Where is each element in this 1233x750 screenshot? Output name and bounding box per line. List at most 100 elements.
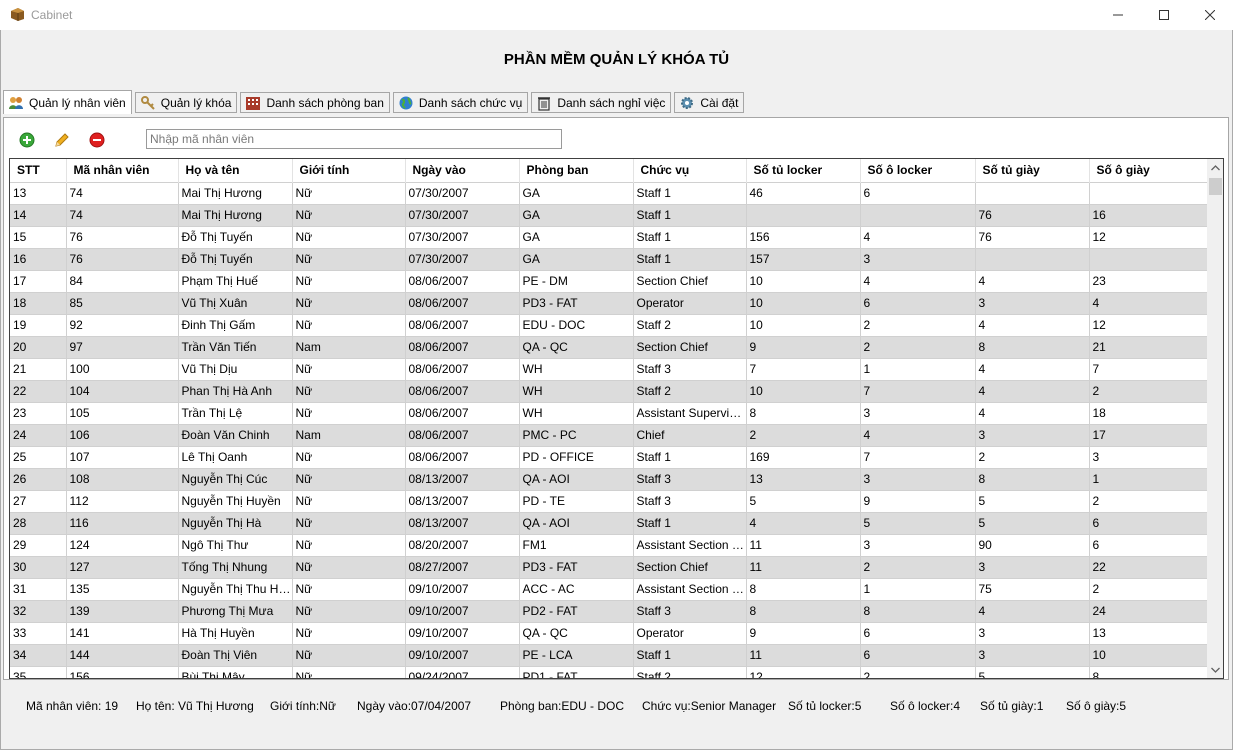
table-cell[interactable]: 108 xyxy=(66,467,179,490)
table-cell[interactable]: 34 xyxy=(10,643,67,666)
table-cell[interactable]: GA xyxy=(519,181,634,204)
delete-button[interactable] xyxy=(88,131,106,149)
table-cell[interactable]: 4 xyxy=(860,225,976,248)
table-cell[interactable]: 4 xyxy=(975,599,1090,622)
table-cell[interactable] xyxy=(746,203,861,226)
table-cell[interactable]: Nữ xyxy=(292,511,406,534)
table-cell[interactable]: ACC - AC xyxy=(519,577,634,600)
table-cell[interactable]: 4 xyxy=(975,269,1090,292)
table-cell[interactable]: 112 xyxy=(66,489,179,512)
table-row[interactable]: 15 76 Đỗ Thị Tuyến Nữ 07/30/2007 GA Staff 1 156… xyxy=(10,225,1208,248)
table-cell[interactable]: 6 xyxy=(1089,511,1208,534)
table-cell[interactable]: 4 xyxy=(975,401,1090,424)
close-button[interactable] xyxy=(1187,0,1233,30)
table-cell[interactable] xyxy=(860,203,976,226)
table-cell[interactable]: 74 xyxy=(66,181,179,204)
table-cell[interactable]: 23 xyxy=(10,401,67,424)
table-cell[interactable]: 76 xyxy=(975,225,1090,248)
table-cell[interactable]: 18 xyxy=(10,291,67,314)
column-header[interactable]: Mã nhân viên xyxy=(66,159,179,182)
table-cell[interactable]: 2 xyxy=(860,555,976,578)
table-cell[interactable]: 139 xyxy=(66,599,179,622)
table-cell[interactable]: 11 xyxy=(746,643,861,666)
table-cell[interactable]: 24 xyxy=(10,423,67,446)
table-cell[interactable]: 21 xyxy=(1089,335,1208,358)
table-cell[interactable]: 3 xyxy=(860,247,976,270)
table-cell[interactable]: Nữ xyxy=(292,313,406,336)
table-cell[interactable]: Tống Thị Nhung xyxy=(178,555,293,578)
table-cell[interactable]: Nữ xyxy=(292,665,406,678)
table-cell[interactable]: Đỗ Thị Tuyến xyxy=(178,225,293,248)
table-cell[interactable]: 8 xyxy=(975,467,1090,490)
table-cell[interactable]: 07/30/2007 xyxy=(405,181,520,204)
table-cell[interactable]: 08/13/2007 xyxy=(405,467,520,490)
table-cell[interactable]: 17 xyxy=(10,269,67,292)
table-cell[interactable]: 13 xyxy=(746,467,861,490)
scroll-thumb[interactable] xyxy=(1209,178,1222,195)
table-cell[interactable]: 92 xyxy=(66,313,179,336)
table-cell[interactable]: 16 xyxy=(1089,203,1208,226)
tab-locks[interactable]: Quản lý khóa xyxy=(134,92,238,113)
table-cell[interactable]: 8 xyxy=(746,599,861,622)
table-cell[interactable]: 5 xyxy=(975,489,1090,512)
table-cell[interactable]: 08/06/2007 xyxy=(405,269,520,292)
table-cell[interactable]: 7 xyxy=(860,379,976,402)
table-cell[interactable]: WH xyxy=(519,357,634,380)
table-cell[interactable]: Nữ xyxy=(292,269,406,292)
table-cell[interactable]: 7 xyxy=(860,445,976,468)
table-cell[interactable]: Nữ xyxy=(292,533,406,556)
column-header[interactable]: STT xyxy=(10,159,67,182)
table-cell[interactable]: 08/06/2007 xyxy=(405,423,520,446)
table-cell[interactable]: Staff 1 xyxy=(633,445,747,468)
table-cell[interactable]: 8 xyxy=(975,335,1090,358)
table-cell[interactable]: 7 xyxy=(746,357,861,380)
table-cell[interactable]: Staff 3 xyxy=(633,467,747,490)
table-cell[interactable]: 33 xyxy=(10,621,67,644)
table-cell[interactable]: Ngô Thị Thư xyxy=(178,533,293,556)
table-row[interactable]: 23 105 Trần Thị Lệ Nữ 08/06/2007 WH Assistant … xyxy=(10,401,1208,424)
table-row[interactable]: 20 97 Trần Văn Tiến Nam 08/06/2007 QA - QC Sec… xyxy=(10,335,1208,358)
table-cell[interactable]: 4 xyxy=(975,313,1090,336)
table-cell[interactable]: 4 xyxy=(975,379,1090,402)
table-cell[interactable]: 25 xyxy=(10,445,67,468)
table-cell[interactable]: 08/06/2007 xyxy=(405,313,520,336)
table-cell[interactable]: 4 xyxy=(860,423,976,446)
table-cell[interactable]: 08/06/2007 xyxy=(405,335,520,358)
table-cell[interactable]: Nữ xyxy=(292,379,406,402)
table-cell[interactable]: Bùi Thị Mây xyxy=(178,665,293,678)
tab-settings[interactable]: Cài đặt xyxy=(674,92,745,113)
table-cell[interactable]: 3 xyxy=(860,467,976,490)
table-cell[interactable] xyxy=(975,181,1090,204)
table-cell[interactable]: 5 xyxy=(860,511,976,534)
table-cell[interactable]: 31 xyxy=(10,577,67,600)
table-cell[interactable]: 3 xyxy=(975,555,1090,578)
table-cell[interactable]: 90 xyxy=(975,533,1090,556)
table-cell[interactable]: 9 xyxy=(746,621,861,644)
table-cell[interactable]: 3 xyxy=(975,643,1090,666)
table-cell[interactable]: Phương Thị Mưa xyxy=(178,599,293,622)
table-cell[interactable]: Nguyễn Thị Cúc xyxy=(178,467,293,490)
table-cell[interactable]: Section Chief xyxy=(633,335,747,358)
table-cell[interactable]: Staff 1 xyxy=(633,247,747,270)
column-header[interactable]: Ngày vào xyxy=(405,159,520,182)
table-cell[interactable]: 11 xyxy=(746,555,861,578)
table-cell[interactable]: Nguyễn Thị Huyền xyxy=(178,489,293,512)
table-cell[interactable]: 13 xyxy=(10,181,67,204)
table-cell[interactable]: 27 xyxy=(10,489,67,512)
table-cell[interactable]: QA - AOI xyxy=(519,511,634,534)
table-cell[interactable]: WH xyxy=(519,401,634,424)
table-cell[interactable]: 135 xyxy=(66,577,179,600)
table-cell[interactable]: Đoàn Thị Viên xyxy=(178,643,293,666)
table-cell[interactable]: 2 xyxy=(1089,577,1208,600)
table-cell[interactable]: 156 xyxy=(66,665,179,678)
table-cell[interactable]: 8 xyxy=(860,599,976,622)
table-cell[interactable]: 10 xyxy=(1089,643,1208,666)
vertical-scrollbar[interactable] xyxy=(1207,159,1223,678)
table-cell[interactable]: PD1 - FAT xyxy=(519,665,634,678)
table-cell[interactable]: Nam xyxy=(292,423,406,446)
table-cell[interactable]: GA xyxy=(519,203,634,226)
table-cell[interactable]: QA - AOI xyxy=(519,467,634,490)
table-cell[interactable]: 107 xyxy=(66,445,179,468)
table-cell[interactable]: 32 xyxy=(10,599,67,622)
table-cell[interactable]: 8 xyxy=(1089,665,1208,678)
